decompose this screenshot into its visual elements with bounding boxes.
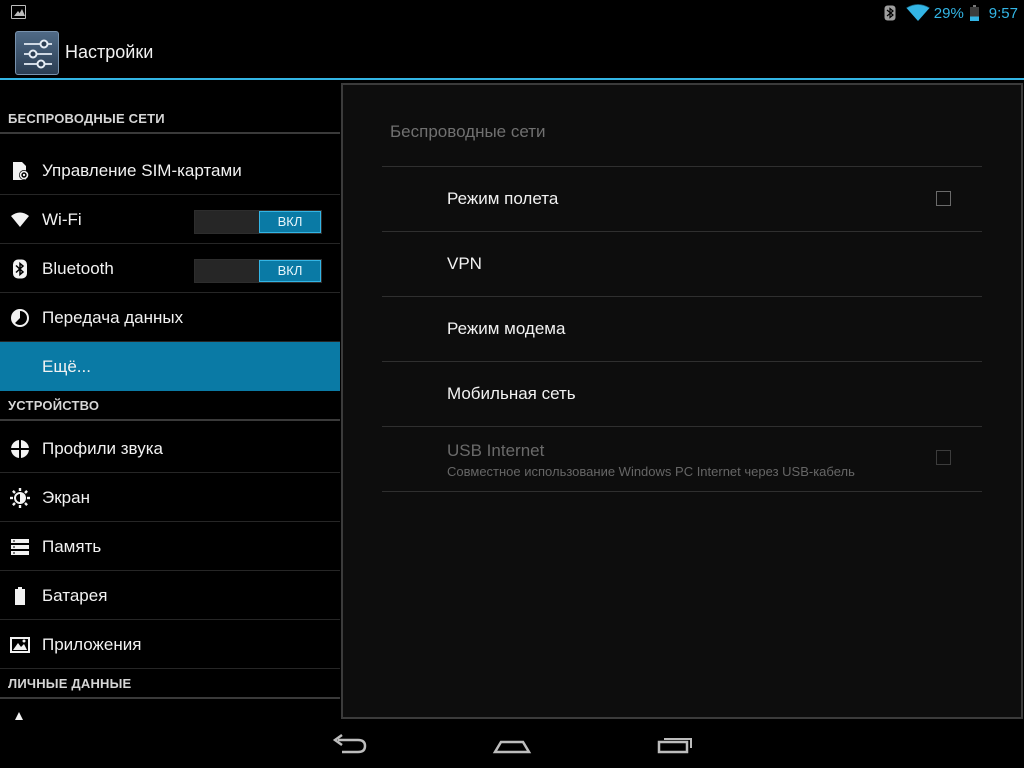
clock: 9:57 [988, 4, 1018, 22]
battery-percent: 29% [933, 4, 964, 22]
section-header-device: УСТРОЙСТВО [0, 391, 340, 421]
pref-label: Режим модема [447, 319, 566, 338]
sidebar-item-label: Батарея [42, 586, 108, 605]
pref-label: VPN [447, 254, 482, 273]
sidebar-item-more[interactable]: Ещё... [0, 342, 340, 391]
settings-sliders-icon [24, 39, 52, 69]
sidebar-item-bluetooth[interactable]: Bluetooth ВКЛ [0, 244, 340, 293]
sidebar-item-label: Ещё... [42, 357, 91, 376]
pref-summary: Совместное использование Windows PC Inte… [447, 464, 855, 479]
display-icon [10, 488, 30, 508]
data-usage-icon [11, 309, 29, 327]
battery-icon [15, 587, 25, 605]
sidebar-item-label: Передача данных [42, 308, 184, 327]
sidebar-item-label: Приложения [42, 635, 142, 654]
sidebar-item-wifi[interactable]: Wi-Fi ВКЛ [0, 195, 340, 244]
section-header-personal: ЛИЧНЫЕ ДАННЫЕ [0, 669, 340, 699]
pref-label: Мобильная сеть [447, 384, 576, 403]
back-icon[interactable] [330, 730, 370, 758]
wifi-icon [11, 212, 29, 227]
battery-status-icon [969, 5, 979, 21]
sidebar-item-label: Профили звука [42, 439, 163, 458]
sidebar-item-label: Bluetooth [42, 259, 114, 278]
pref-usb-internet: USB Internet Совместное использование Wi… [382, 427, 982, 491]
sidebar-item-battery[interactable]: Батарея [0, 571, 340, 620]
details-title: Беспроводные сети [390, 122, 546, 141]
bluetooth-icon [13, 259, 27, 279]
toggle-on-label: ВКЛ [259, 211, 321, 233]
pref-vpn[interactable]: VPN [382, 232, 982, 296]
sidebar-item-sim-management[interactable]: Управление SIM-картами [0, 146, 340, 195]
details-pane: Беспроводные сети Режим полета VPN Режим… [341, 83, 1023, 719]
gallery-notification-icon [11, 5, 26, 19]
status-indicators: 29% 9:57 [884, 2, 1018, 24]
section-header-label: БЕСПРОВОДНЫЕ СЕТИ [8, 111, 165, 126]
sim-settings-icon [13, 162, 29, 180]
wifi-toggle[interactable]: ВКЛ [194, 210, 322, 234]
sidebar-item-storage[interactable]: Память [0, 522, 340, 571]
sidebar-item-sound-profiles[interactable]: Профили звука [0, 424, 340, 473]
sound-profiles-icon [11, 440, 29, 458]
navigation-bar [0, 720, 1024, 768]
sidebar-item-label: Управление SIM-картами [42, 161, 242, 180]
section-header-wireless: БЕСПРОВОДНЫЕ СЕТИ [0, 104, 340, 134]
location-icon-partial [15, 712, 23, 720]
storage-icon [11, 539, 29, 555]
bluetooth-toggle[interactable]: ВКЛ [194, 259, 322, 283]
settings-categories-list: БЕСПРОВОДНЫЕ СЕТИ Управление SIM-картами… [0, 82, 340, 720]
apps-icon [10, 637, 30, 653]
pref-tethering[interactable]: Режим модема [382, 297, 982, 361]
sidebar-item-data-usage[interactable]: Передача данных [0, 293, 340, 342]
settings-app-icon[interactable] [15, 31, 59, 75]
home-icon[interactable] [492, 730, 532, 758]
pref-label: Режим полета [447, 189, 559, 208]
pref-label: USB Internet [447, 441, 545, 460]
sidebar-item-apps[interactable]: Приложения [0, 620, 340, 669]
status-bar: 29% 9:57 [0, 0, 1024, 25]
section-header-label: УСТРОЙСТВО [8, 398, 100, 413]
sidebar-item-label: Память [42, 537, 102, 556]
sidebar-item-display[interactable]: Экран [0, 473, 340, 522]
pref-mobile-network[interactable]: Мобильная сеть [382, 362, 982, 426]
toggle-on-label: ВКЛ [259, 260, 321, 282]
sidebar-item-label: Wi-Fi [42, 210, 82, 229]
pref-airplane-mode[interactable]: Режим полета [382, 167, 982, 231]
action-bar: Настройки [0, 25, 1024, 80]
section-header-label: ЛИЧНЫЕ ДАННЫЕ [8, 676, 132, 691]
sidebar-item-label: Экран [42, 488, 90, 507]
wifi-status-icon [906, 4, 930, 21]
usb-internet-checkbox [936, 450, 951, 465]
divider [382, 491, 982, 492]
bluetooth-status-icon [884, 5, 896, 21]
page-title: Настройки [65, 42, 154, 62]
recent-apps-icon[interactable] [655, 730, 695, 758]
airplane-mode-checkbox[interactable] [936, 191, 951, 206]
